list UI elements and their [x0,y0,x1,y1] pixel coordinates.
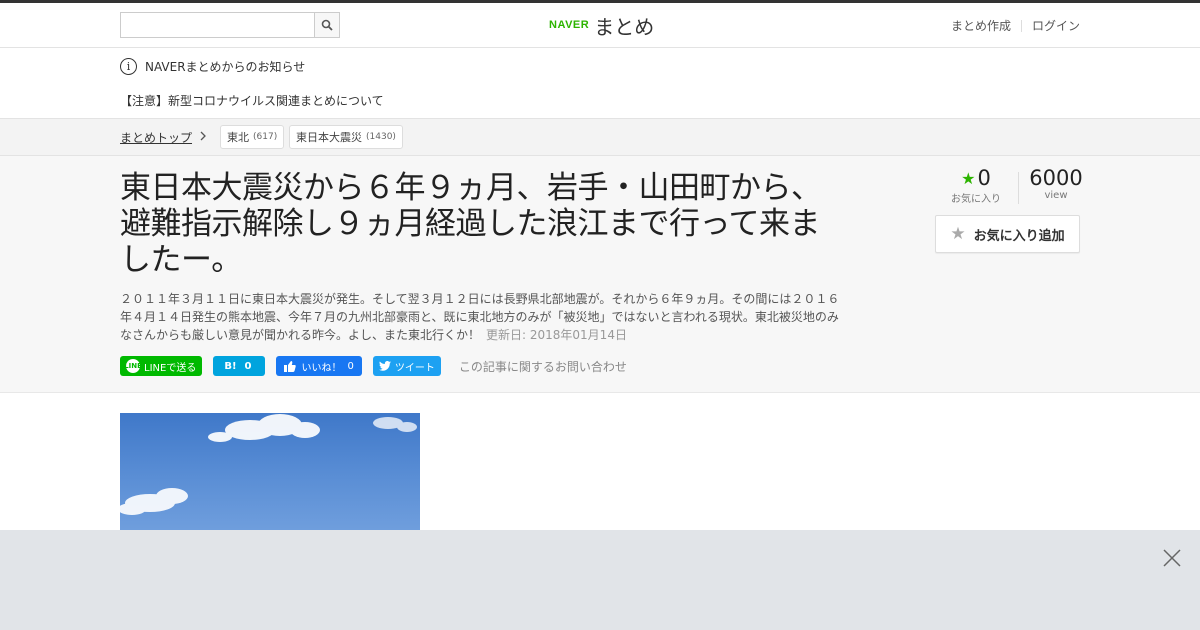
add-favorite-label: お気に入り追加 [973,228,1065,244]
close-icon[interactable] [1162,548,1182,568]
hatena-bookmark-button[interactable]: B! 0 [213,356,266,376]
ad-overlay [0,530,1200,630]
search-button[interactable] [314,13,339,37]
logo-brand: NAVER [549,19,590,31]
thumbs-up-icon [284,360,297,372]
cloud-photo [120,414,417,515]
view-count-label: view [1044,190,1068,201]
facebook-like-label: いいね！ [301,362,342,374]
view-count: 6000 view [1028,166,1084,201]
favorite-count-value: 0 [977,166,991,190]
search-box [120,12,340,38]
contact-link[interactable]: この記事に関するお問い合わせ [459,358,627,375]
breadcrumb-home-label: まとめトップ [120,131,193,145]
view-count-value: 6000 [1029,166,1083,190]
tweet-button[interactable]: ツイート [372,356,441,376]
tag-count: (1430) [366,132,396,142]
line-icon: LINE [124,359,142,373]
tag-tohoku[interactable]: 東北 (617) [220,125,285,149]
add-favorite-button[interactable]: ★ お気に入り追加 [935,215,1080,253]
notice-section: i NAVERまとめからのお知らせ 【注意】新型コロナウイルス関連まとめについて [0,48,1200,118]
search-input[interactable] [121,13,315,37]
tag-great-east-japan-earthquake[interactable]: 東日本大震災 (1430) [289,125,403,149]
twitter-bird-icon [378,361,391,371]
chevron-right-icon [200,131,207,144]
create-matome-link[interactable]: まとめ作成 [951,17,1011,34]
site-header: NAVER まとめ まとめ作成 ログイン [0,3,1200,48]
favorite-count: ★ 0 お気に入り [950,166,1002,205]
tweet-label: ツイート [394,362,435,374]
facebook-like-button[interactable]: いいね！ 0 [276,356,362,376]
line-share-button[interactable]: LINE LINEで送る [120,356,203,376]
article-header: 東日本大震災から６年９ヵ月、岩手・山田町から、避難指示解除し９ヵ月経過した浪江ま… [0,156,1200,393]
line-share-label: LINEで送る [144,362,197,374]
header-links: まとめ作成 ログイン [951,17,1080,34]
breadcrumb-home[interactable]: まとめトップ [120,129,207,146]
article-description-text: ２０１１年３月１１日に東日本大震災が発生。そして翌３月１２日には長野県北部地震が… [120,292,840,342]
header-link-divider [1020,19,1022,32]
hatena-count: 0 [244,360,252,372]
info-icon: i [120,58,137,75]
hatena-icon: B! [224,360,237,372]
notice-link[interactable]: 【注意】新型コロナウイルス関連まとめについて [120,92,384,109]
star-outline-icon: ★ [950,224,966,244]
article-description: ２０１１年３月１１日に東日本大震災が発生。そして翌３月１２日には長野県北部地震が… [120,290,845,344]
breadcrumb: まとめトップ 東北 (617) 東日本大震災 (1430) [0,118,1200,156]
facebook-like-count: 0 [347,360,354,372]
stats-divider [1018,172,1019,204]
notice-title: NAVERまとめからのお知らせ [145,60,306,74]
logo-name: まとめ [594,14,655,39]
tag-label: 東北 [227,131,249,144]
updated-date: 更新日: 2018年01月14日 [486,328,627,342]
share-buttons: LINE LINEで送る B! 0 いいね！ 0 ツイート この記事に関するお問… [120,356,627,376]
search-icon [321,19,333,31]
star-icon: ★ [961,168,976,188]
tag-count: (617) [253,132,278,142]
article-image-sky [120,413,420,530]
login-link[interactable]: ログイン [1032,17,1080,34]
article-stats: ★ 0 お気に入り 6000 view [940,166,1083,208]
tag-label: 東日本大震災 [296,131,362,144]
site-logo[interactable]: NAVER まとめ [549,11,654,39]
favorite-count-label: お気に入り [951,194,1001,205]
notice-heading: i NAVERまとめからのお知らせ [120,58,305,75]
article-title: 東日本大震災から６年９ヵ月、岩手・山田町から、避難指示解除し９ヵ月経過した浪江ま… [120,170,822,278]
